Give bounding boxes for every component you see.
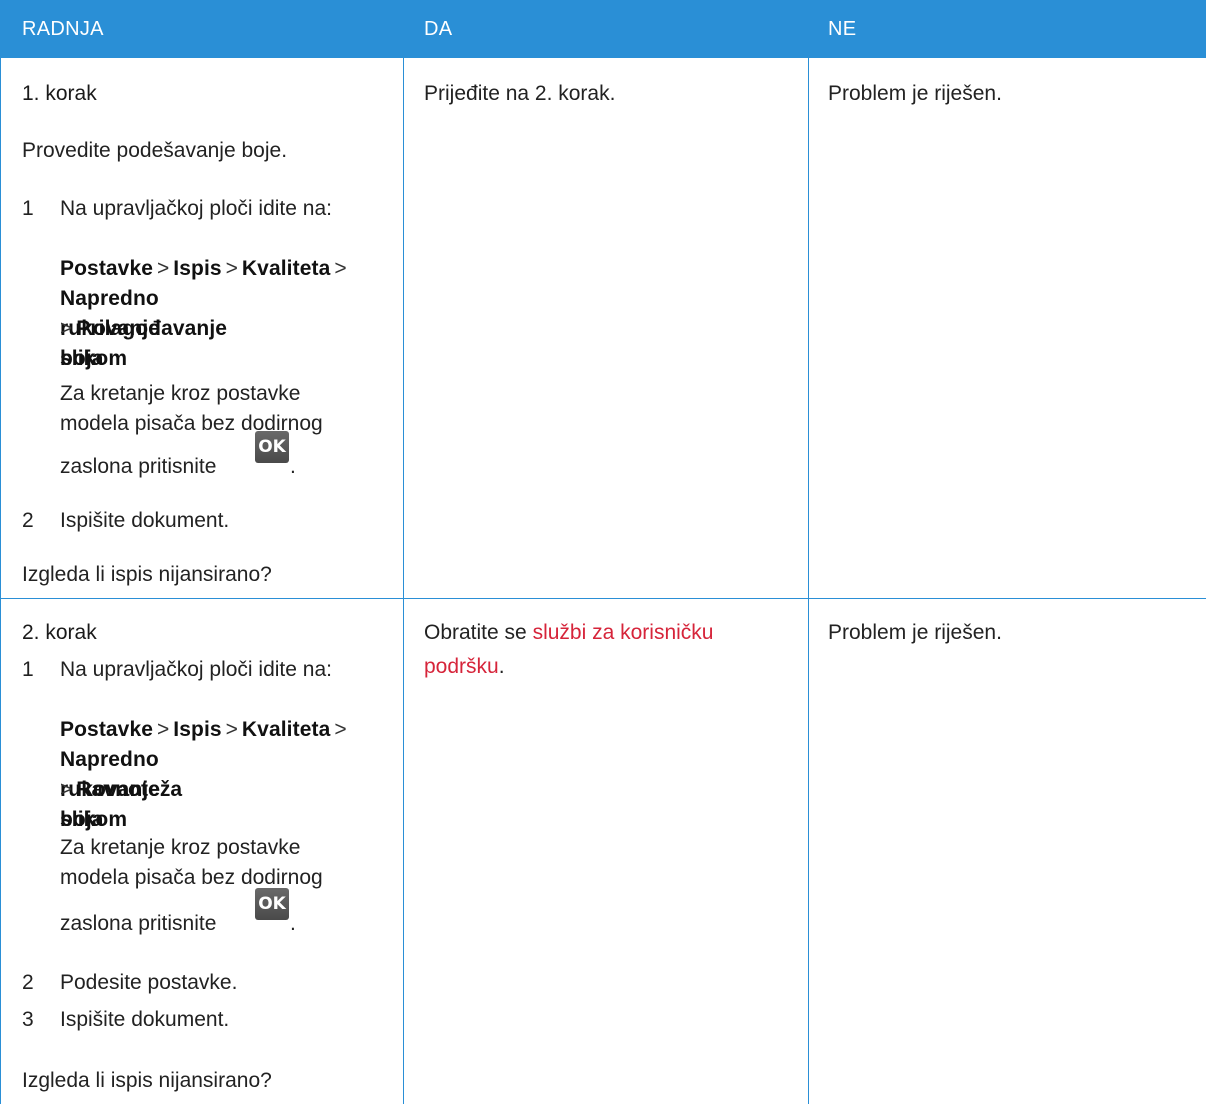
note-text: Za kretanje kroz postavke — [60, 836, 301, 859]
path-segment: Kvaliteta — [241, 257, 331, 280]
note-period: . — [290, 912, 296, 935]
step-question: Izgleda li ispis nijansirano? — [22, 563, 272, 586]
list-number: 2 — [22, 509, 34, 532]
note-text: zaslona pritisnite — [60, 455, 217, 478]
header-action: RADNJA — [22, 18, 104, 40]
troubleshooting-table: RADNJA DA NE 1. korak Provedite podešava… — [0, 0, 1206, 1104]
path-separator: > — [225, 718, 238, 741]
list-number: 2 — [22, 971, 34, 994]
note-text: Za kretanje kroz postavke — [60, 382, 301, 405]
path-separator: > — [334, 257, 347, 280]
list-number: 1 — [22, 197, 34, 220]
note-text: modela pisača bez dodirnog — [60, 866, 323, 889]
list-number: 1 — [22, 658, 34, 681]
path-segment: Kvaliteta — [241, 718, 331, 741]
yes-action-text: Obratite se službi za korisničku — [424, 619, 713, 646]
ok-button-icon: OK — [255, 888, 289, 920]
step-question: Izgleda li ispis nijansirano? — [22, 1069, 272, 1092]
list-item-text: Podesite postavke. — [60, 971, 238, 994]
table-header: RADNJA DA NE — [0, 0, 1206, 58]
support-link-cont[interactable]: podršku — [424, 655, 499, 678]
path-segment: Ispis — [173, 718, 222, 741]
menu-path: Postavke > Ispis > Kvaliteta > — [60, 254, 351, 284]
list-item-text: Ispišite dokument. — [60, 1008, 230, 1031]
step-heading: 1. korak — [22, 82, 97, 105]
step-heading: 2. korak — [22, 621, 97, 644]
menu-path: Postavke > Ispis > Kvaliteta > — [60, 715, 351, 745]
column-divider-1 — [403, 0, 404, 1104]
path-separator: > — [60, 778, 73, 801]
no-action: Problem je riješen. — [828, 82, 1002, 105]
list-item-text: Na upravljačkoj ploči idite na: — [60, 197, 332, 220]
path-separator: > — [225, 257, 238, 280]
note-period: . — [290, 455, 296, 478]
path-separator: > — [157, 257, 170, 280]
path-segment: Ispis — [173, 257, 222, 280]
list-item-text: Ispišite dokument. — [60, 509, 230, 532]
support-link[interactable]: službi za korisničku — [533, 621, 714, 644]
path-segment: Prilagođavanje boja — [60, 317, 228, 370]
path-separator: > — [60, 317, 73, 340]
path-separator: > — [157, 718, 170, 741]
yes-prefix: Obratite se — [424, 621, 527, 644]
list-item-text: Na upravljačkoj ploči idite na: — [60, 658, 332, 681]
yes-action-text-line2: podršku. — [424, 653, 505, 680]
ok-button-icon: OK — [255, 431, 289, 463]
column-divider-2 — [808, 0, 809, 1104]
path-segment: Postavke — [60, 718, 154, 741]
header-no: NE — [828, 18, 857, 40]
path-segment: Ravnoteža boja — [60, 778, 183, 831]
menu-path-line3: > Ravnoteža boja — [60, 775, 182, 835]
yes-suffix: . — [498, 655, 505, 678]
row-divider — [0, 598, 1206, 599]
menu-path-line3: > Prilagođavanje boja — [60, 314, 227, 374]
yes-action: Prijeđite na 2. korak. — [424, 82, 616, 105]
path-separator: > — [334, 718, 347, 741]
step-intro: Provedite podešavanje boje. — [22, 139, 288, 162]
path-segment: Postavke — [60, 257, 154, 280]
header-yes: DA — [424, 18, 453, 40]
table-border-left — [0, 0, 1, 1104]
no-action: Problem je riješen. — [828, 621, 1002, 644]
list-number: 3 — [22, 1008, 34, 1031]
note-text: zaslona pritisnite — [60, 912, 217, 935]
